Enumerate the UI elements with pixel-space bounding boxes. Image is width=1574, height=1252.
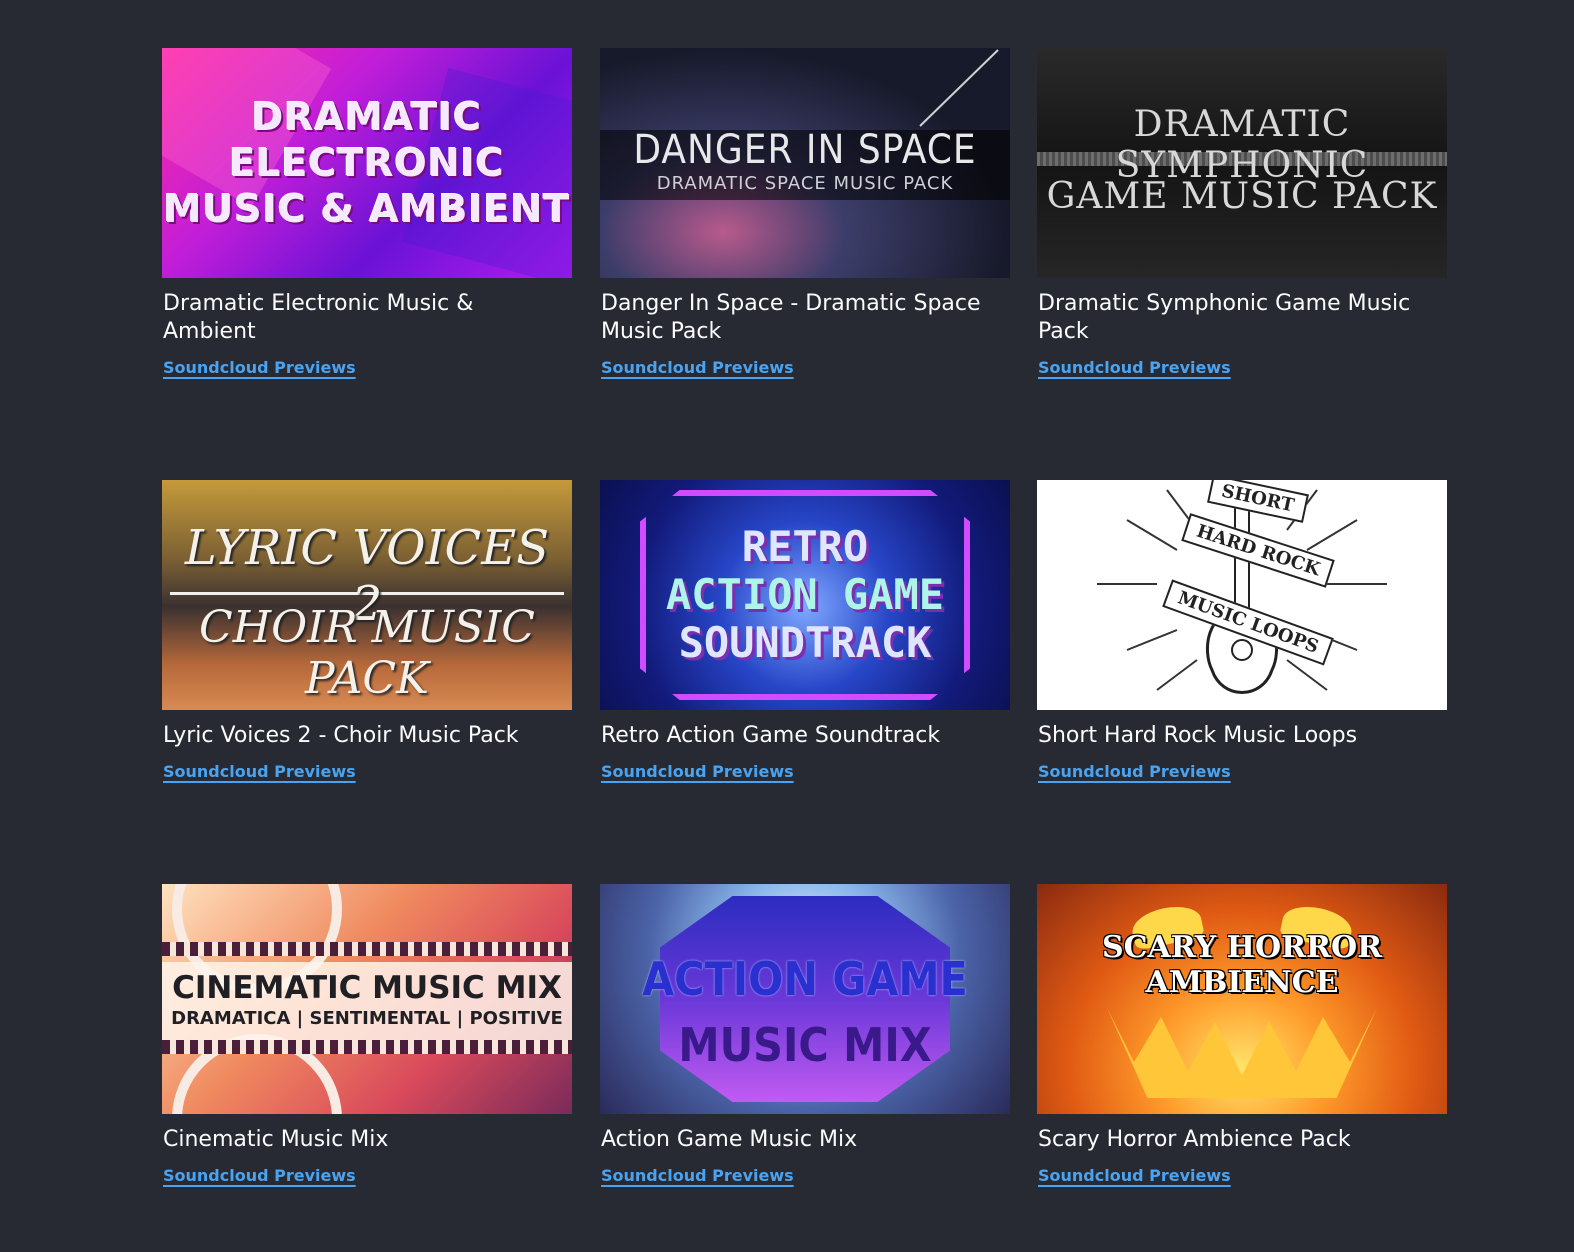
thumbnail-art-text: RETRO ACTION GAME SOUNDTRACK bbox=[665, 522, 945, 667]
product-thumbnail[interactable]: SCARY HORROR AMBIENCE bbox=[1037, 884, 1447, 1114]
product-card: CINEMATIC MUSIC MIX DRAMATICA | SENTIMEN… bbox=[162, 884, 572, 1185]
product-card: LYRIC VOICES 2 CHOIR MUSIC PACK Lyric Vo… bbox=[162, 480, 572, 781]
product-title: Scary Horror Ambience Pack bbox=[1038, 1127, 1351, 1152]
product-card: SHORT HARD ROCK MUSIC LOOPS Short Hard R… bbox=[1037, 480, 1447, 781]
product-thumbnail[interactable]: ACTION GAME MUSIC MIX bbox=[600, 884, 1010, 1114]
product-title: Retro Action Game Soundtrack bbox=[601, 723, 941, 748]
thumbnail-art-text: DRAMATIC SYMPHONIC bbox=[1115, 104, 1369, 186]
product-title: Dramatic Electronic Music & Ambient bbox=[163, 291, 474, 344]
product-card: ACTION GAME MUSIC MIX Action Game Music … bbox=[600, 884, 1010, 1185]
thumbnail-art-text: GAME MUSIC PACK bbox=[1046, 176, 1438, 217]
thumbnail-art-text: CINEMATIC MUSIC MIX bbox=[172, 970, 562, 1006]
product-thumbnail[interactable]: DRAMATIC SYMPHONIC GAME MUSIC PACK bbox=[1037, 48, 1447, 278]
soundcloud-previews-link[interactable]: Soundcloud Previews bbox=[1038, 1166, 1231, 1185]
light-streak-icon bbox=[919, 49, 999, 127]
soundcloud-previews-link[interactable]: Soundcloud Previews bbox=[601, 762, 794, 781]
product-card: DANGER IN SPACE DRAMATIC SPACE MUSIC PAC… bbox=[600, 48, 1010, 377]
product-title: Short Hard Rock Music Loops bbox=[1038, 723, 1358, 748]
thumbnail-art-text: MUSIC MIX bbox=[678, 1018, 932, 1072]
product-title: Dramatic Symphonic Game Music Pack bbox=[1038, 291, 1411, 344]
soundcloud-previews-link[interactable]: Soundcloud Previews bbox=[601, 1166, 794, 1185]
soundcloud-previews-link[interactable]: Soundcloud Previews bbox=[163, 762, 356, 781]
soundcloud-previews-link[interactable]: Soundcloud Previews bbox=[163, 358, 356, 377]
product-thumbnail[interactable]: SHORT HARD ROCK MUSIC LOOPS bbox=[1037, 480, 1447, 710]
product-title: Cinematic Music Mix bbox=[163, 1127, 389, 1152]
soundcloud-previews-link[interactable]: Soundcloud Previews bbox=[601, 358, 794, 377]
product-title: Action Game Music Mix bbox=[601, 1127, 858, 1152]
soundcloud-previews-link[interactable]: Soundcloud Previews bbox=[1038, 762, 1231, 781]
product-thumbnail[interactable]: LYRIC VOICES 2 CHOIR MUSIC PACK bbox=[162, 480, 572, 710]
thumbnail-art-text: DANGER IN SPACE DRAMATIC SPACE MUSIC PAC… bbox=[633, 126, 977, 194]
thumbnail-art-text: CHOIR MUSIC PACK bbox=[199, 602, 535, 704]
thumbnail-art-text: DRAMATIC ELECTRONIC MUSIC & AMBIENT bbox=[163, 95, 571, 231]
film-strip bbox=[162, 942, 572, 956]
soundcloud-previews-link[interactable]: Soundcloud Previews bbox=[163, 1166, 356, 1185]
pumpkin-mouth-icon bbox=[1107, 1008, 1377, 1098]
product-title: Danger In Space - Dramatic Space Music P… bbox=[601, 291, 981, 344]
thumbnail-art-text: ACTION GAME bbox=[642, 952, 968, 1006]
soundcloud-previews-link[interactable]: Soundcloud Previews bbox=[1038, 358, 1231, 377]
product-card: RETRO ACTION GAME SOUNDTRACK Retro Actio… bbox=[600, 480, 1010, 781]
product-card: DRAMATIC ELECTRONIC MUSIC & AMBIENT Dram… bbox=[162, 48, 572, 377]
product-thumbnail[interactable]: DRAMATIC ELECTRONIC MUSIC & AMBIENT bbox=[162, 48, 572, 278]
film-strip bbox=[162, 1040, 572, 1054]
thumbnail-art-text: SCARY HORROR AMBIENCE bbox=[1101, 930, 1383, 1000]
product-thumbnail[interactable]: DANGER IN SPACE DRAMATIC SPACE MUSIC PAC… bbox=[600, 48, 1010, 278]
product-title: Lyric Voices 2 - Choir Music Pack bbox=[163, 723, 519, 748]
product-thumbnail[interactable]: RETRO ACTION GAME SOUNDTRACK bbox=[600, 480, 1010, 710]
thumbnail-art-text: DRAMATICA | SENTIMENTAL | POSITIVE bbox=[171, 1008, 563, 1029]
product-thumbnail[interactable]: CINEMATIC MUSIC MIX DRAMATICA | SENTIMEN… bbox=[162, 884, 572, 1114]
product-card: DRAMATIC SYMPHONIC GAME MUSIC PACK Drama… bbox=[1037, 48, 1447, 377]
product-card: SCARY HORROR AMBIENCE Scary Horror Ambie… bbox=[1037, 884, 1447, 1185]
